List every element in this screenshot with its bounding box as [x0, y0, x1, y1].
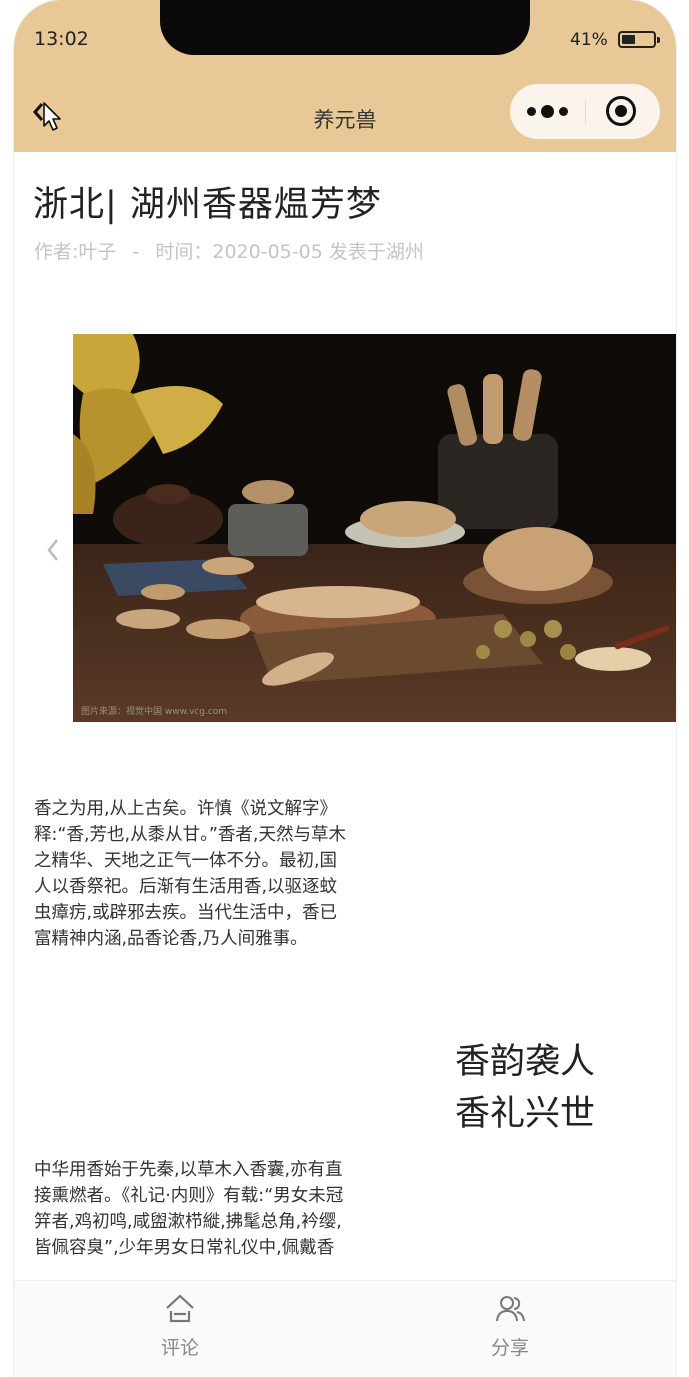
miniprogram-capsule	[510, 84, 660, 139]
meta-separator: -	[132, 241, 140, 263]
article-paragraph-1: 香之为用,从上古矣。许慎《说文解字》释:“香,芳也,从黍从甘。”香者,天然与草木…	[34, 799, 346, 949]
slogan-line-1: 香韵袭人	[455, 1042, 596, 1082]
carousel-prev-icon[interactable]	[45, 537, 61, 563]
article-slogan: 香韵袭人 香礼兴世	[455, 1036, 595, 1140]
camera-notch	[160, 0, 530, 55]
users-icon	[496, 1296, 525, 1322]
comment-tab[interactable]: 评论	[120, 1281, 240, 1377]
share-tab[interactable]: 分享	[450, 1281, 570, 1377]
herbs-photo	[73, 334, 676, 722]
article-hero-image: 图片来源：视觉中国 www.vcg.com	[73, 334, 676, 722]
date-text: 时间：2020-05-05 发表于湖州	[155, 241, 424, 263]
image-credit: 图片来源：视觉中国 www.vcg.com	[81, 707, 228, 717]
slogan-line-2: 香礼兴世	[455, 1094, 596, 1134]
article-paragraph-2: 中华用香始于先秦,以草木入香囊,亦有直接熏燃者。《礼记·内则》有载:“男女未冠笄…	[34, 1160, 344, 1258]
capsule-divider	[585, 99, 586, 124]
battery-icon	[618, 31, 660, 48]
close-miniprogram-button[interactable]	[606, 96, 636, 126]
battery-percent: 41%	[570, 30, 608, 50]
share-tab-label: 分享	[490, 1337, 529, 1359]
home-icon	[166, 1294, 194, 1323]
author-text: 作者:叶子	[34, 241, 117, 263]
phone-screen: 13:02 41% 养元兽 浙北| 湖州香器煴芳梦 作者:叶子 - 时间：202…	[14, 0, 676, 1377]
bottom-tab-bar: 评论 分享	[14, 1280, 676, 1377]
article-title: 浙北| 湖州香器煴芳梦	[33, 185, 382, 225]
article-meta: 作者:叶子 - 时间：2020-05-05 发表于湖州	[34, 237, 434, 264]
more-menu-button[interactable]	[527, 102, 575, 120]
comment-tab-label: 评论	[160, 1337, 199, 1359]
status-time: 13:02	[34, 28, 89, 50]
top-bar: 13:02 41% 养元兽	[14, 0, 676, 152]
